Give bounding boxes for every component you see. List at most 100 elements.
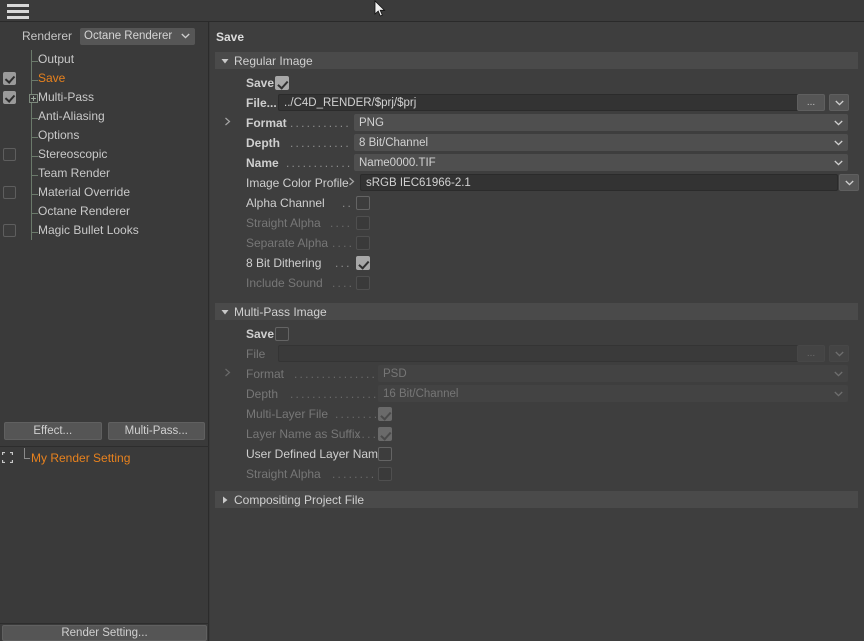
color-profile-dropdown-button[interactable] [839, 174, 859, 191]
mp-multilayer-label: Multi-Layer File [246, 407, 329, 421]
file-path-input-value: ../C4D_RENDER/$prj/$prj [284, 96, 417, 109]
render-setting-button[interactable]: Render Setting... [2, 625, 207, 641]
format-expand-arrow[interactable] [224, 117, 231, 129]
renderer-dropdown[interactable]: Octane Renderer [80, 27, 196, 45]
straight-alpha-label: Straight Alpha [246, 216, 321, 230]
group-header-multi-pass-image[interactable]: Multi-Pass Image [215, 303, 858, 320]
sidebar-item-team-render[interactable]: Team Render [0, 164, 209, 183]
tree-line-horizontal [31, 194, 38, 195]
tree-line-vertical [31, 183, 32, 202]
tree-line-horizontal [31, 213, 38, 214]
dithering-checkbox[interactable] [356, 256, 370, 270]
sidebar-item-checkbox[interactable] [3, 91, 16, 104]
file-dropdown-button[interactable] [829, 94, 849, 111]
top-bar [0, 0, 864, 22]
color-profile-input[interactable]: sRGB IEC61966-2.1 [360, 174, 838, 191]
sidebar-item-options[interactable]: Options [0, 126, 209, 145]
sidebar-item-multi-pass[interactable]: Multi-Pass [0, 88, 209, 107]
mp-save-checkbox[interactable] [275, 327, 289, 341]
label-dot-leader: .... [332, 236, 355, 250]
expand-plus-icon[interactable] [29, 94, 38, 103]
triangle-right-icon [221, 493, 229, 507]
save-label: Save [246, 76, 275, 90]
multi-pass-button[interactable]: Multi-Pass... [107, 422, 205, 440]
sidebar-item-material-override[interactable]: Material Override [0, 183, 209, 202]
label-dot-leader: ........... [290, 116, 351, 130]
name-select[interactable]: Name0000.TIF [354, 154, 848, 171]
mp-file-browse-button: ... [797, 345, 825, 362]
format-select[interactable]: PNG [354, 114, 848, 131]
save-settings-panel: Save Regular Image Save File... ../C4D_REND… [210, 22, 864, 641]
name-select-value: Name0000.TIF [359, 156, 436, 169]
mp-depth-label: Depth [246, 387, 279, 401]
hamburger-icon[interactable] [7, 4, 29, 19]
sidebar-item-checkbox[interactable] [3, 148, 16, 161]
separate-alpha-label: Separate Alpha [246, 236, 329, 250]
sidebar-item-magic-bullet-looks[interactable]: Magic Bullet Looks [0, 221, 209, 240]
group-header-label: Regular Image [234, 53, 313, 68]
sidebar-item-anti-aliasing[interactable]: Anti-Aliasing [0, 107, 209, 126]
label-dot-leader: ........... [290, 136, 351, 150]
chevron-down-icon [834, 157, 843, 169]
tree-line-horizontal [31, 118, 38, 119]
expand-icon[interactable] [2, 452, 13, 463]
sidebar-item-label: Options [38, 128, 80, 142]
mp-file-label: File [246, 347, 266, 361]
tree-line-vertical [31, 107, 32, 126]
sidebar-item-output[interactable]: Output [0, 50, 209, 69]
sidebar-item-octane-renderer[interactable]: Octane Renderer [0, 202, 209, 221]
chevron-down-icon [834, 388, 843, 400]
alpha-channel-checkbox[interactable] [356, 196, 370, 210]
mp-user-layer-checkbox[interactable] [378, 447, 392, 461]
group-header-regular-image[interactable]: Regular Image [215, 52, 858, 69]
include-sound-checkbox [356, 276, 370, 290]
file-path-input[interactable]: ../C4D_RENDER/$prj/$prj [278, 94, 803, 111]
tree-line-horizontal [31, 232, 38, 233]
sidebar-item-label: Octane Renderer [38, 204, 131, 218]
triangle-down-icon [221, 54, 229, 68]
dithering-label: 8 Bit Dithering [246, 256, 322, 270]
sidebar-item-label: Anti-Aliasing [38, 109, 105, 123]
format-label: Format [246, 116, 287, 130]
sidebar-item-stereoscopic[interactable]: Stereoscopic [0, 145, 209, 164]
mp-depth-select-value: 16 Bit/Channel [383, 387, 459, 400]
mp-format-expand-arrow[interactable] [224, 368, 231, 380]
group-header-compositing-project-file[interactable]: Compositing Project File [215, 491, 858, 508]
tree-line-vertical [24, 448, 25, 458]
label-dot-leader: .. [342, 196, 354, 210]
tree-line-vertical [31, 202, 32, 221]
mp-file-path-input [278, 345, 803, 362]
sidebar-item-save[interactable]: Save [0, 69, 209, 88]
alpha-channel-label: Alpha Channel [246, 196, 325, 210]
label-dot-leader: ... [335, 256, 352, 270]
renderer-row: Renderer Octane Renderer [0, 25, 209, 47]
mp-straight-alpha-label: Straight Alpha [246, 467, 321, 481]
mp-depth-select: 16 Bit/Channel [378, 385, 848, 402]
tree-line-vertical [31, 50, 32, 69]
color-profile-expand-arrow[interactable] [348, 177, 355, 189]
effect-buttons-row: Effect... Multi-Pass... [0, 420, 209, 442]
renderer-value: Octane Renderer [84, 30, 173, 42]
label-dot-leader: ............ [286, 156, 352, 170]
save-checkbox[interactable] [275, 76, 289, 90]
tree-line-vertical [31, 221, 32, 240]
chevron-down-icon [181, 30, 190, 42]
chevron-down-icon [834, 368, 843, 380]
sidebar-item-label: Team Render [38, 166, 111, 180]
my-render-setting-row[interactable]: My Render Setting [0, 448, 209, 468]
mp-layer-suffix-checkbox [378, 427, 392, 441]
sidebar-item-checkbox[interactable] [3, 72, 16, 85]
triangle-down-icon [221, 305, 229, 319]
chevron-down-icon [834, 117, 843, 129]
depth-label: Depth [246, 136, 280, 150]
file-browse-button[interactable]: ... [797, 94, 825, 111]
depth-select[interactable]: 8 Bit/Channel [354, 134, 848, 151]
color-profile-label: Image Color Profile [246, 176, 349, 190]
mouse-cursor [374, 0, 386, 17]
sidebar-item-checkbox[interactable] [3, 186, 16, 199]
chevron-down-icon [834, 137, 843, 149]
name-label: Name [246, 156, 279, 170]
sidebar-item-checkbox[interactable] [3, 224, 16, 237]
effect-button[interactable]: Effect... [4, 422, 102, 440]
group-header-label: Multi-Pass Image [234, 304, 327, 319]
